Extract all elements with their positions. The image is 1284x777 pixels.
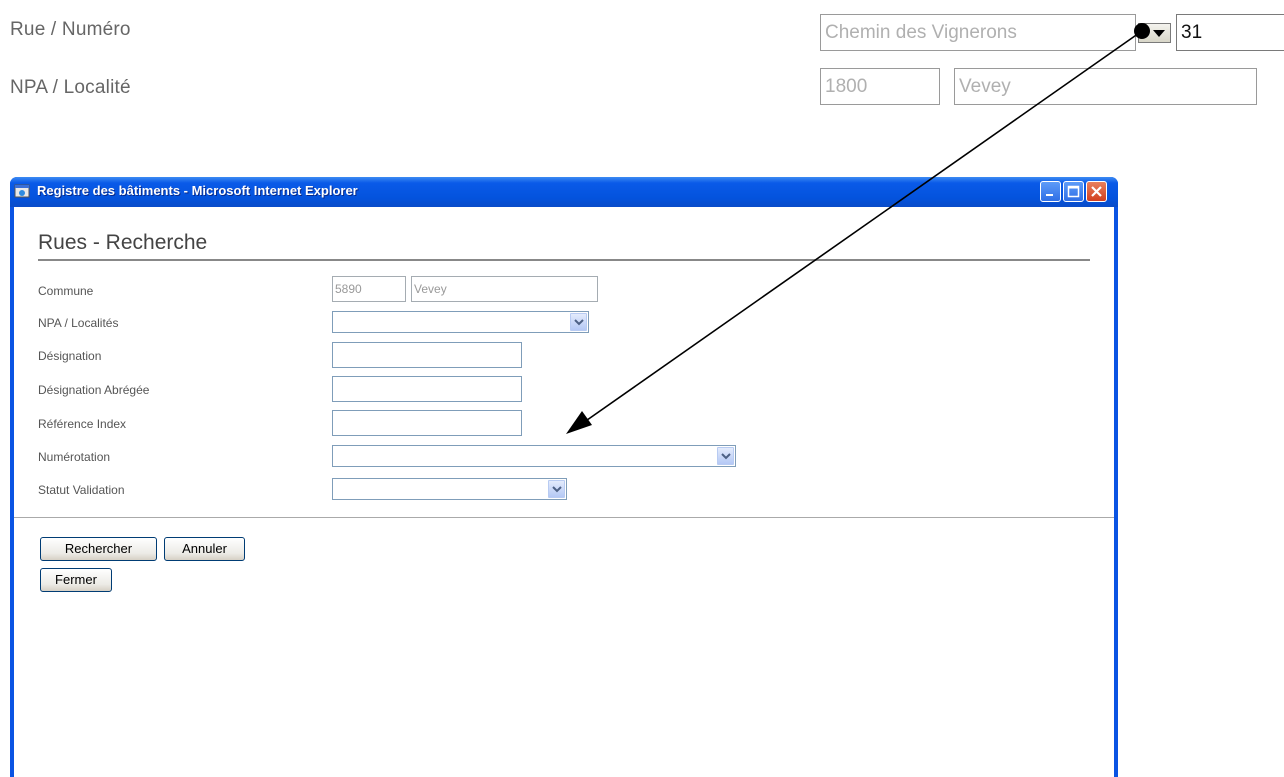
commune-label: Commune	[38, 284, 94, 298]
validation-status-label: Statut Validation	[38, 483, 125, 497]
npa-localities-label: NPA / Localités	[38, 316, 119, 330]
chevron-down-icon	[548, 480, 565, 498]
npa-localities-select[interactable]	[332, 311, 589, 333]
reference-index-label: Référence Index	[38, 417, 127, 431]
internet-explorer-icon	[14, 184, 30, 198]
street-lookup-button[interactable]	[1138, 23, 1171, 43]
numbering-label: Numérotation	[38, 450, 111, 464]
close-window-button[interactable]	[1086, 181, 1107, 202]
designation-short-label: Désignation Abrégée	[38, 383, 150, 397]
minimize-icon	[1046, 194, 1053, 196]
close-button[interactable]: Fermer	[40, 568, 112, 592]
popup-window: Registre des bâtiments - Microsoft Inter…	[10, 177, 1118, 777]
minimize-button[interactable]	[1040, 181, 1061, 202]
chevron-down-icon	[717, 447, 734, 465]
title-divider	[38, 259, 1090, 261]
validation-status-select[interactable]	[332, 478, 567, 500]
cancel-button[interactable]: Annuler	[164, 537, 245, 561]
npa-field[interactable]: 1800	[820, 68, 940, 105]
search-button[interactable]: Rechercher	[40, 537, 157, 561]
house-number-field[interactable]: 31	[1176, 14, 1284, 51]
reference-index-field[interactable]	[332, 410, 522, 436]
designation-short-field[interactable]	[332, 376, 522, 402]
window-content: Rues - Recherche Commune 5890 Vevey NPA …	[14, 207, 1114, 777]
maximize-button[interactable]	[1063, 181, 1084, 202]
maximize-icon	[1067, 185, 1080, 198]
form-divider	[14, 517, 1114, 518]
window-titlebar[interactable]: Registre des bâtiments - Microsoft Inter…	[10, 177, 1118, 207]
commune-code-field[interactable]: 5890	[332, 276, 406, 302]
street-field[interactable]: Chemin des Vignerons	[820, 14, 1136, 51]
page-title: Rues - Recherche	[38, 231, 208, 254]
designation-label: Désignation	[38, 349, 102, 363]
commune-name-field[interactable]: Vevey	[411, 276, 598, 302]
dropdown-triangle-icon	[1153, 30, 1165, 37]
chevron-down-icon	[570, 313, 587, 331]
numbering-select[interactable]	[332, 445, 736, 467]
locality-field[interactable]: Vevey	[954, 68, 1257, 105]
window-title: Registre des bâtiments - Microsoft Inter…	[37, 183, 358, 198]
designation-field[interactable]	[332, 342, 522, 368]
street-number-label: Rue / Numéro	[10, 19, 131, 40]
close-icon	[1091, 186, 1102, 197]
npa-locality-label: NPA / Localité	[10, 77, 131, 98]
